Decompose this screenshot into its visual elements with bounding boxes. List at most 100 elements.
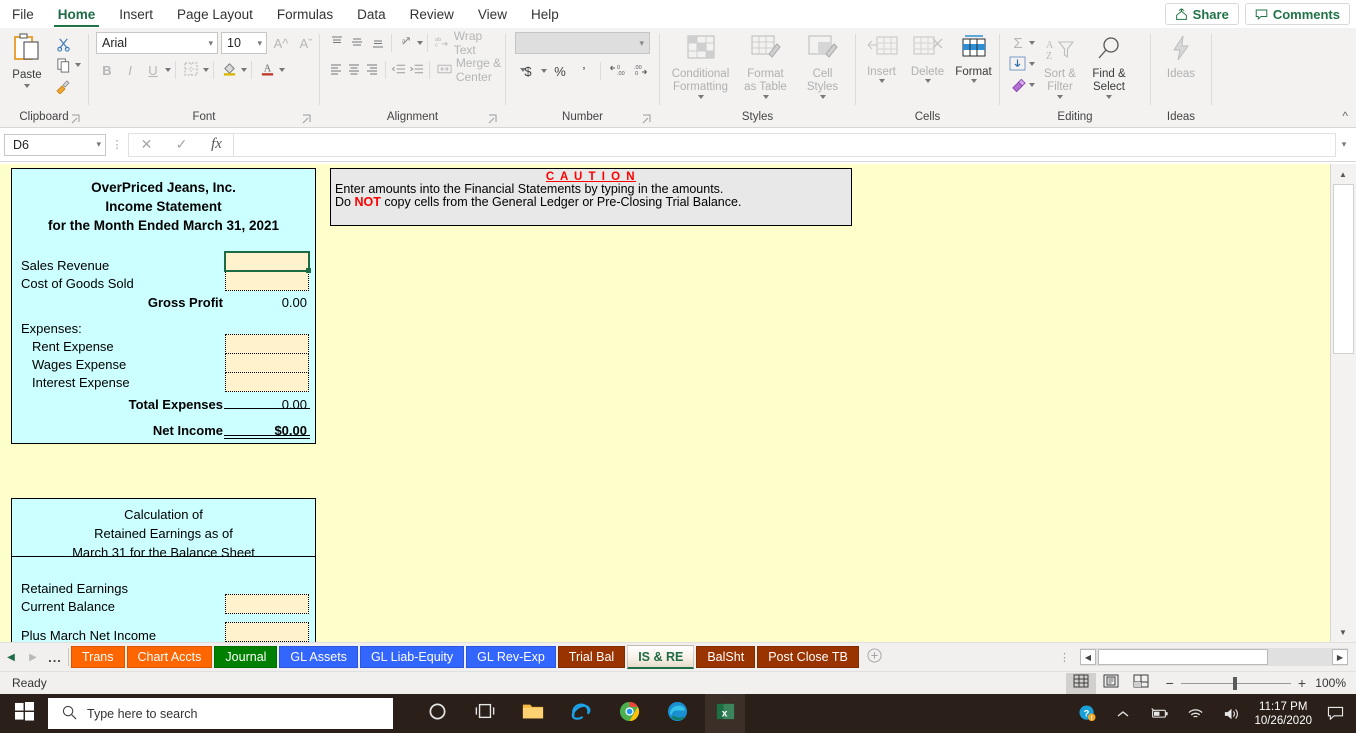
add-sheet-button[interactable]: [861, 648, 889, 666]
previous-sheet-button[interactable]: ◀: [0, 652, 22, 663]
increase-decimal-button[interactable]: 0.00: [606, 60, 628, 82]
task-view-button[interactable]: [465, 694, 505, 733]
fill-button[interactable]: [1007, 54, 1035, 74]
insert-cells-dropdown-icon[interactable]: [878, 79, 885, 84]
wrap-text-button[interactable]: ab c Wrap Text: [432, 29, 502, 57]
worksheet[interactable]: OverPriced Jeans, Inc. Income Statement …: [0, 164, 1356, 642]
worksheet-grid[interactable]: OverPriced Jeans, Inc. Income Statement …: [0, 164, 1330, 642]
format-as-table-button[interactable]: Format as Table: [737, 32, 795, 101]
clear-dropdown-icon[interactable]: [1029, 83, 1035, 87]
sheet-tab-gl-rev-exp[interactable]: GL Rev-Exp: [466, 646, 556, 668]
next-sheet-button[interactable]: ▶: [22, 652, 44, 663]
zoom-slider[interactable]: − +: [1166, 675, 1306, 691]
all-sheets-button[interactable]: ...: [44, 650, 66, 665]
format-cells-button[interactable]: Format: [952, 32, 996, 85]
ribbon-tab-insert[interactable]: Insert: [107, 0, 165, 28]
font-dialog-launcher[interactable]: [302, 114, 312, 124]
search-input[interactable]: Type here to search: [48, 698, 393, 729]
copy-dropdown-icon[interactable]: [75, 63, 81, 67]
font-color-dropdown-icon[interactable]: [279, 68, 285, 72]
paste-button[interactable]: Paste: [3, 32, 51, 88]
italic-button[interactable]: I: [119, 59, 141, 81]
share-button[interactable]: Share: [1164, 3, 1239, 25]
ribbon-tab-data[interactable]: Data: [345, 0, 398, 28]
clipboard-dialog-launcher[interactable]: [71, 114, 81, 124]
accounting-format-button[interactable]: $: [517, 60, 539, 82]
borders-button[interactable]: [180, 59, 202, 81]
file-explorer-button[interactable]: [513, 694, 553, 733]
page-layout-view-button[interactable]: [1096, 673, 1126, 694]
insert-cells-button[interactable]: Insert: [860, 32, 904, 85]
number-format-combo[interactable]: ▾: [515, 32, 650, 54]
ribbon-tab-formulas[interactable]: Formulas: [265, 0, 345, 28]
cancel-entry-button[interactable]: ✕: [129, 134, 164, 156]
align-middle-button[interactable]: [347, 32, 366, 54]
taskbar-clock[interactable]: 11:17 PM 10/26/2020: [1254, 700, 1312, 728]
internet-explorer-button[interactable]: [561, 694, 601, 733]
expand-formula-bar-button[interactable]: ▾: [1336, 139, 1352, 150]
format-as-table-dropdown-icon[interactable]: [762, 94, 769, 99]
sheet-tab-trans[interactable]: Trans: [71, 646, 125, 668]
zoom-thumb[interactable]: [1232, 676, 1237, 690]
align-left-button[interactable]: [327, 59, 344, 81]
orientation-dropdown-icon[interactable]: [416, 41, 423, 45]
autosum-dropdown-icon[interactable]: [1029, 41, 1035, 45]
excel-button[interactable]: x: [705, 694, 745, 733]
conditional-formatting-dropdown-icon[interactable]: [697, 94, 704, 99]
show-hidden-icons-button[interactable]: [1110, 709, 1136, 719]
vertical-scrollbar[interactable]: ▲ ▼: [1330, 164, 1356, 642]
wages-expense-input[interactable]: [225, 353, 309, 373]
underline-dropdown-icon[interactable]: [165, 68, 171, 72]
ribbon-tab-page-layout[interactable]: Page Layout: [165, 0, 265, 28]
sheet-tab-gl-assets[interactable]: GL Assets: [279, 646, 358, 668]
scroll-up-button[interactable]: ▲: [1331, 164, 1355, 184]
horizontal-scrollbar[interactable]: ◀ ▶: [1080, 648, 1348, 666]
chrome-button[interactable]: [609, 694, 649, 733]
sheet-tab-trial-bal[interactable]: Trial Bal: [557, 646, 626, 668]
ribbon-tab-file[interactable]: File: [0, 0, 46, 28]
font-color-button[interactable]: A: [256, 59, 278, 81]
ribbon-tab-view[interactable]: View: [466, 0, 519, 28]
notification-center-button[interactable]: [1322, 706, 1348, 721]
sheet-tab-gl-liab-equity[interactable]: GL Liab-Equity: [359, 646, 465, 668]
decrease-font-size-button[interactable]: Aˇ: [295, 32, 317, 54]
ribbon-tab-help[interactable]: Help: [519, 0, 571, 28]
zoom-level-label[interactable]: 100%: [1306, 676, 1346, 690]
volume-icon[interactable]: [1218, 707, 1244, 721]
help-icon[interactable]: ?!: [1074, 705, 1100, 722]
sales-revenue-input[interactable]: [224, 251, 311, 273]
fill-color-button[interactable]: [218, 59, 240, 81]
current-balance-input[interactable]: [225, 594, 309, 614]
percent-format-button[interactable]: %: [549, 60, 571, 82]
copy-button[interactable]: [51, 55, 81, 75]
orientation-button[interactable]: a: [396, 32, 415, 54]
chevron-down-icon[interactable]: ▾: [639, 38, 644, 49]
sort-filter-dropdown-icon[interactable]: [1057, 94, 1063, 99]
page-break-view-button[interactable]: [1126, 673, 1156, 694]
ribbon-tab-review[interactable]: Review: [398, 0, 466, 28]
sheet-tab-chart-accts[interactable]: Chart Accts: [126, 646, 213, 668]
normal-view-button[interactable]: [1065, 672, 1096, 694]
autosum-button[interactable]: Σ: [1007, 33, 1035, 53]
rent-expense-input[interactable]: [225, 334, 309, 354]
collapse-ribbon-button[interactable]: ^: [1342, 109, 1348, 123]
sheet-tab-balsht[interactable]: BalSht: [696, 646, 756, 668]
delete-cells-dropdown-icon[interactable]: [924, 79, 931, 84]
font-size-combo[interactable]: 10 ▾: [221, 32, 267, 54]
find-select-button[interactable]: Find & Select: [1085, 32, 1133, 101]
conditional-formatting-button[interactable]: Conditional Formatting: [667, 32, 735, 101]
fill-handle[interactable]: [306, 268, 311, 273]
insert-function-button[interactable]: fx: [199, 134, 234, 156]
battery-icon[interactable]: [1146, 707, 1172, 720]
alignment-dialog-launcher[interactable]: [488, 114, 498, 124]
increase-font-size-button[interactable]: A^: [270, 32, 292, 54]
increase-indent-button[interactable]: [408, 59, 425, 81]
underline-button[interactable]: U: [142, 59, 164, 81]
plus-net-income-input[interactable]: [225, 622, 309, 642]
sort-filter-button[interactable]: AZ Sort & Filter: [1037, 32, 1083, 101]
sheet-tab-post-close-tb[interactable]: Post Close TB: [757, 646, 859, 668]
align-bottom-button[interactable]: [368, 32, 387, 54]
cogs-input[interactable]: [225, 271, 309, 291]
zoom-in-button[interactable]: +: [1298, 675, 1306, 691]
font-family-combo[interactable]: Arial ▾: [96, 32, 218, 54]
